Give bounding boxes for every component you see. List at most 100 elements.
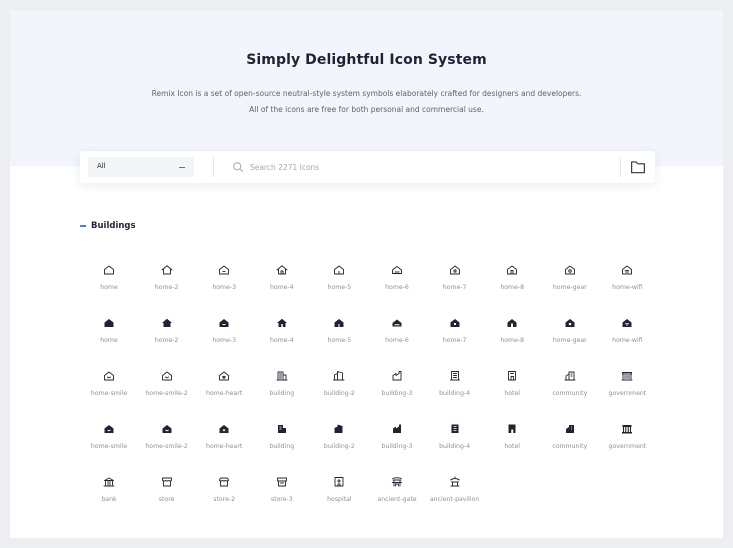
icon-tile[interactable]: home-heart <box>195 417 253 469</box>
building-fill-icon <box>277 425 286 433</box>
icon-tile[interactable]: home-wifi <box>598 258 656 310</box>
icon-tile[interactable]: bank <box>80 470 138 522</box>
icon-tile[interactable]: hospital <box>310 470 368 522</box>
icon-tile[interactable]: store-2 <box>195 470 253 522</box>
icon-tile[interactable]: home <box>80 311 138 363</box>
home-smile-2-line-icon <box>161 371 172 381</box>
icon-tile[interactable]: ancient-gate <box>368 470 426 522</box>
icon-tile[interactable]: home-gear <box>541 258 599 310</box>
home-line-icon <box>104 265 114 275</box>
icon-tile[interactable]: community <box>541 364 599 416</box>
icon-tile[interactable]: home-smile <box>80 364 138 416</box>
page-title: Simply Delightful Icon System <box>246 52 487 68</box>
icon-tile[interactable]: home-3 <box>195 311 253 363</box>
icon-tile[interactable]: government <box>598 364 656 416</box>
icon-name: ancient-pavilion <box>429 496 480 503</box>
section-title: Buildings <box>91 221 136 231</box>
divider <box>213 157 214 177</box>
page-card: Simply Delightful Icon System Remix Icon… <box>10 10 723 538</box>
home-7-line-icon <box>449 265 460 275</box>
home-heart-fill-icon <box>219 425 229 433</box>
hotel-fill-icon <box>508 424 516 433</box>
icon-tile[interactable]: building-3 <box>368 417 426 469</box>
icon-tile[interactable]: home-5 <box>310 311 368 363</box>
home-5-fill-icon <box>334 319 344 327</box>
building-4-fill-icon <box>451 424 459 433</box>
icon-name: government <box>608 390 647 397</box>
icon-tile[interactable]: building-3 <box>368 364 426 416</box>
hero-description: Remix Icon is a set of open-source neutr… <box>10 86 723 118</box>
home-3-fill-icon <box>219 319 229 327</box>
store-3-line-icon <box>276 477 287 487</box>
icon-tile[interactable]: building-2 <box>310 417 368 469</box>
home-3-line-icon <box>219 265 230 275</box>
home-wifi-line-icon <box>622 265 633 275</box>
home-7-fill-icon <box>450 319 460 327</box>
home-gear-fill-icon <box>565 319 575 327</box>
hospital-line-icon <box>334 477 344 487</box>
icon-tile[interactable]: home-wifi <box>598 311 656 363</box>
folder-icon[interactable] <box>630 160 646 174</box>
icon-tile[interactable]: building <box>253 417 311 469</box>
government-line-icon <box>621 372 633 381</box>
building-2-line-icon <box>333 371 345 381</box>
icon-tile[interactable]: home-8 <box>483 258 541 310</box>
category-select[interactable]: All <box>88 157 194 177</box>
building-line-icon <box>276 371 288 381</box>
icon-tile[interactable]: home-4 <box>253 258 311 310</box>
search-icon <box>233 162 243 172</box>
icon-tile[interactable]: building <box>253 364 311 416</box>
icon-tile[interactable]: home-heart <box>195 364 253 416</box>
icon-tile[interactable]: home-7 <box>426 258 484 310</box>
icon-tile[interactable]: home-6 <box>368 258 426 310</box>
home-8-line-icon <box>507 265 518 275</box>
home-6-line-icon <box>392 266 402 274</box>
icon-tile[interactable]: community <box>541 417 599 469</box>
icon-tile[interactable]: home-2 <box>138 258 196 310</box>
section-toggle-buildings[interactable]: Buildings <box>80 219 136 233</box>
icon-tile[interactable]: home-6 <box>368 311 426 363</box>
building-3-fill-icon <box>393 424 401 433</box>
home-smile-2-fill-icon <box>162 425 172 433</box>
icon-tile[interactable]: home-3 <box>195 258 253 310</box>
home-2-fill-icon <box>161 318 172 327</box>
search-bar: All <box>80 151 655 183</box>
search-input[interactable] <box>250 159 610 175</box>
hero-description-line-2: All of the icons are free for both perso… <box>249 105 484 114</box>
home-heart-line-icon <box>219 371 230 381</box>
ancient-pavilion-line-icon <box>449 476 460 487</box>
icon-tile[interactable]: home-smile-2 <box>138 417 196 469</box>
icon-name: home-wifi <box>612 337 643 344</box>
icon-tile[interactable]: home-smile-2 <box>138 364 196 416</box>
home-5-line-icon <box>334 265 345 275</box>
icon-tile[interactable]: home-7 <box>426 311 484 363</box>
government-fill-icon <box>622 425 633 434</box>
icon-tile[interactable]: home-5 <box>310 258 368 310</box>
icon-tile[interactable]: store <box>138 470 196 522</box>
icon-tile[interactable]: hotel <box>483 364 541 416</box>
icon-tile[interactable]: government <box>598 417 656 469</box>
icon-tile[interactable]: home-gear <box>541 311 599 363</box>
building-4-line-icon <box>449 371 460 381</box>
home-4-fill-icon <box>276 318 287 327</box>
icon-tile[interactable]: store-3 <box>253 470 311 522</box>
icon-tile[interactable]: ancient-pavilion <box>426 470 484 522</box>
icon-tile[interactable]: building-4 <box>426 417 484 469</box>
hotel-line-icon <box>508 371 517 381</box>
icon-tile[interactable]: home-8 <box>483 311 541 363</box>
home-smile-fill-icon <box>104 425 114 433</box>
hero-description-line-1: Remix Icon is a set of open-source neutr… <box>151 89 582 98</box>
ancient-gate-line-icon <box>392 477 402 487</box>
community-fill-icon <box>565 425 574 433</box>
icon-tile[interactable]: home <box>80 258 138 310</box>
home-8-fill-icon <box>507 319 517 327</box>
icon-tile[interactable]: home-4 <box>253 311 311 363</box>
minus-icon <box>80 225 86 227</box>
icon-tile[interactable]: building-2 <box>310 364 368 416</box>
icon-tile[interactable]: building-4 <box>426 364 484 416</box>
store-line-icon <box>161 477 172 487</box>
icon-tile[interactable]: home-smile <box>80 417 138 469</box>
icon-name: government <box>608 443 647 450</box>
icon-tile[interactable]: home-2 <box>138 311 196 363</box>
icon-tile[interactable]: hotel <box>483 417 541 469</box>
